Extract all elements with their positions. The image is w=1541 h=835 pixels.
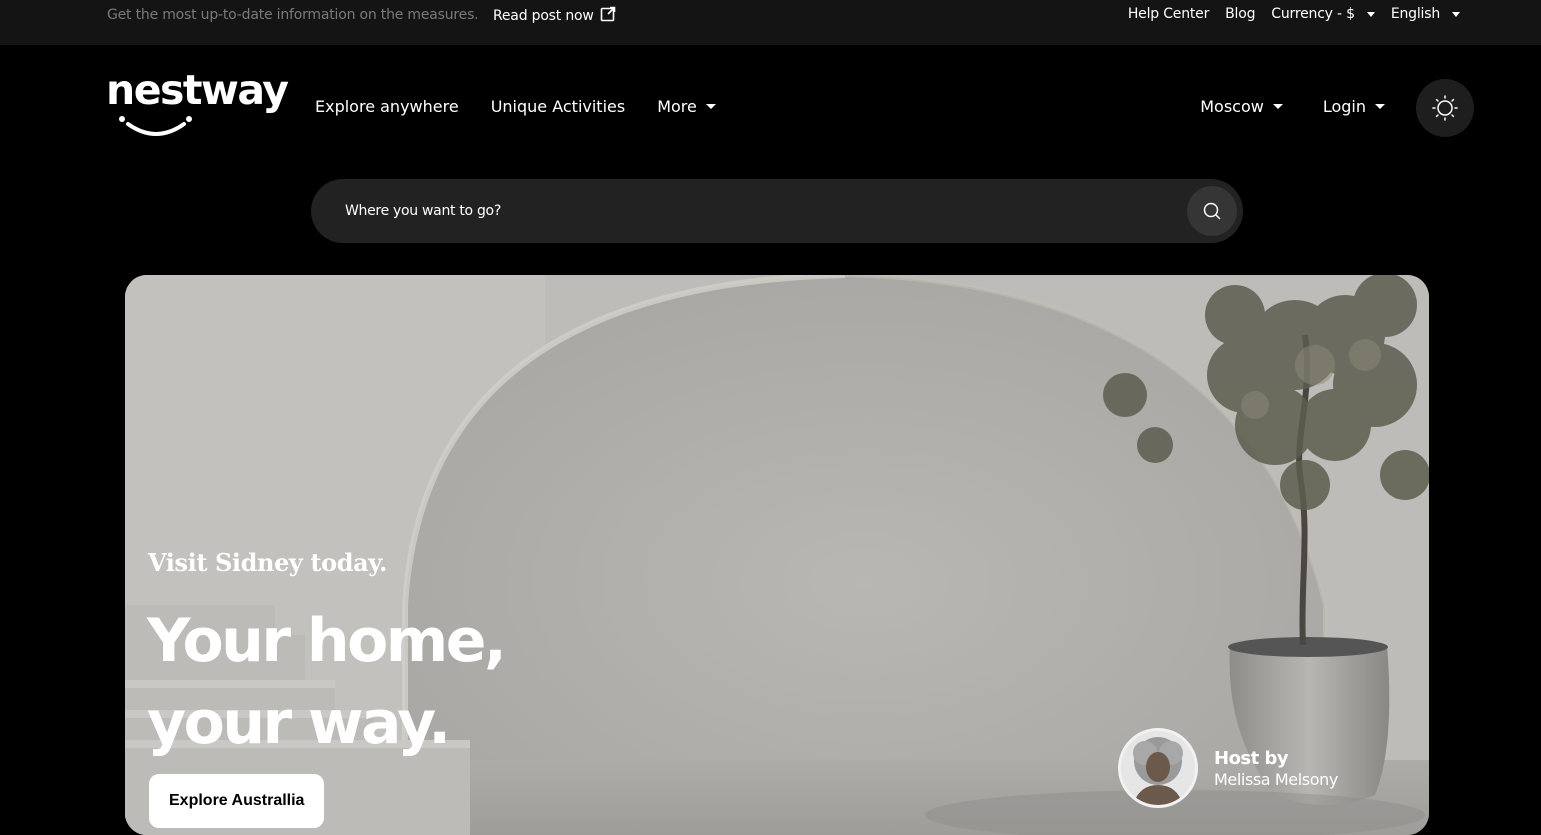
chevron-down-icon — [1366, 11, 1375, 17]
theme-toggle-button[interactable] — [1416, 79, 1474, 137]
main-nav: Explore anywhere Unique Activities More — [315, 97, 716, 116]
top-announcement-bar: Get the most up-to-date information on t… — [0, 0, 1541, 45]
search-input[interactable] — [343, 197, 1163, 225]
host-label: Host by — [1214, 747, 1289, 769]
nav-explore-anywhere[interactable]: Explore anywhere — [315, 97, 459, 116]
external-link-icon — [600, 6, 616, 26]
nav-unique-activities[interactable]: Unique Activities — [491, 97, 626, 116]
host-avatar — [1118, 728, 1198, 808]
chevron-down-icon — [705, 104, 716, 109]
explore-australia-button[interactable]: Explore Australlia — [149, 774, 325, 828]
city-label: Moscow — [1200, 97, 1264, 116]
help-center-link[interactable]: Help Center — [1128, 6, 1209, 22]
top-utility-nav: Help Center Blog Currency - $ English — [1128, 6, 1460, 22]
sun-icon — [1432, 95, 1458, 121]
hero-banner: Visit Sidney today. Your home, your way.… — [125, 275, 1429, 835]
host-portrait-image — [1121, 731, 1195, 805]
search-icon — [1203, 202, 1221, 220]
currency-label: Currency - $ — [1271, 6, 1355, 22]
hero-headline-line-1: Your home, — [147, 606, 507, 676]
nestway-logo[interactable]: nestway — [106, 66, 289, 142]
chevron-down-icon — [1272, 104, 1283, 109]
language-dropdown[interactable]: English — [1391, 6, 1460, 22]
header-actions: Moscow Login — [1200, 97, 1385, 116]
host-card[interactable]: Host by Melissa Melsony — [1118, 728, 1338, 808]
chevron-down-icon — [1375, 104, 1385, 109]
nav-more-label: More — [657, 97, 697, 116]
hero-headline-line-2: your way. — [147, 688, 451, 758]
hero-kicker: Visit Sidney today. — [148, 548, 388, 577]
hero-headline: Your home, your way. — [147, 600, 507, 764]
logo-smile-icon — [119, 116, 192, 136]
login-label: Login — [1322, 97, 1366, 116]
currency-dropdown[interactable]: Currency - $ — [1271, 6, 1375, 22]
destination-search — [311, 179, 1243, 243]
logo-wordmark: nestway — [106, 66, 289, 114]
host-info: Host by Melissa Melsony — [1214, 748, 1338, 789]
nav-more-dropdown[interactable]: More — [657, 97, 716, 116]
language-label: English — [1390, 6, 1440, 22]
city-dropdown[interactable]: Moscow — [1200, 97, 1283, 116]
blog-link[interactable]: Blog — [1225, 6, 1255, 22]
host-name: Melissa Melsony — [1214, 769, 1338, 789]
chevron-down-icon — [1452, 11, 1460, 17]
read-post-link[interactable]: Read post now — [493, 6, 616, 26]
search-button[interactable] — [1187, 186, 1237, 236]
read-post-label: Read post now — [493, 8, 594, 24]
announcement-text: Get the most up-to-date information on t… — [107, 7, 479, 23]
login-dropdown[interactable]: Login — [1323, 97, 1385, 116]
